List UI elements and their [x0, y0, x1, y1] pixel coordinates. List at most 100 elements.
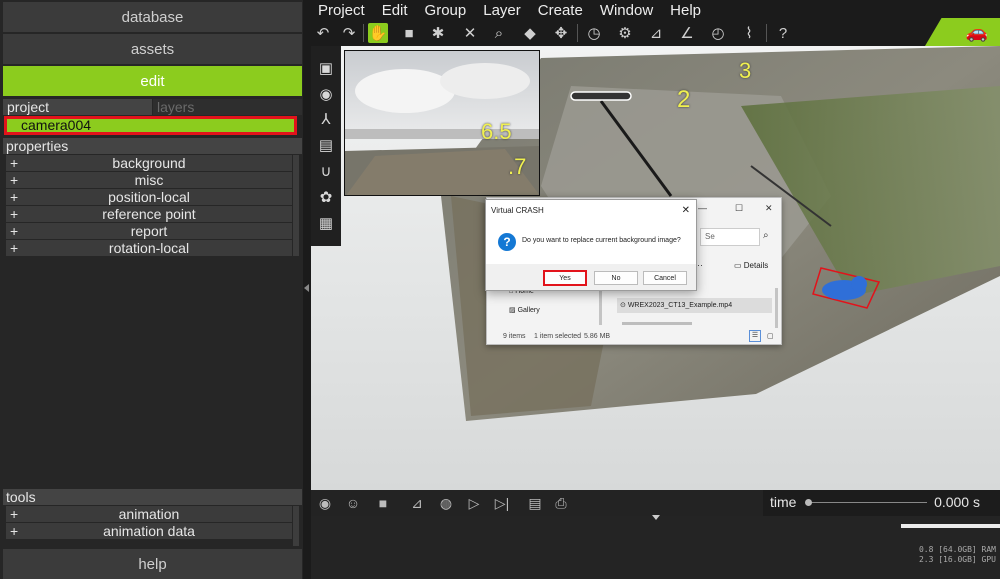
confirm-dialog: Virtual CRASH ✕ ? Do you want to replace…	[485, 199, 697, 291]
help-icon[interactable]: ?	[773, 23, 793, 43]
minimize-icon[interactable]: —	[698, 203, 707, 213]
axes-icon[interactable]: ⅄	[315, 109, 337, 129]
expand-icon[interactable]: +	[10, 506, 18, 522]
undo-icon[interactable]: ↶	[313, 23, 333, 43]
tool-row-animation-data[interactable]: + animation data	[6, 523, 292, 539]
redo-icon[interactable]: ↷	[339, 23, 359, 43]
property-row-misc[interactable]: + misc	[6, 172, 292, 188]
property-row-rotation-local[interactable]: + rotation-local	[6, 240, 292, 256]
explorer-search-input[interactable]: Se	[700, 228, 760, 246]
graph-icon[interactable]: ⊿	[407, 493, 427, 513]
orbit-icon[interactable]: ◉	[315, 84, 337, 104]
nav-gallery[interactable]: ▨ Gallery	[509, 306, 540, 314]
menu-window[interactable]: Window	[600, 2, 653, 19]
expand-icon[interactable]: +	[10, 155, 18, 171]
list-view-icon[interactable]: ☰	[749, 330, 761, 342]
close-icon[interactable]: ✕	[765, 203, 773, 214]
edit-button[interactable]: edit	[3, 66, 302, 96]
menu-group[interactable]: Group	[425, 2, 467, 19]
panel-splitter[interactable]	[303, 0, 311, 579]
tools-header: tools	[3, 489, 302, 505]
menu-bar: Project Edit Group Layer Create Window H…	[311, 0, 1000, 20]
camera-icon[interactable]: ▣	[315, 58, 337, 78]
assets-button[interactable]: assets	[3, 34, 302, 64]
property-row-position-local[interactable]: + position-local	[6, 189, 292, 205]
square-icon[interactable]: ■	[373, 493, 393, 513]
close-icon[interactable]: ✕	[682, 205, 690, 216]
expand-icon[interactable]: +	[10, 172, 18, 188]
pin-icon[interactable]: ✱	[428, 23, 448, 43]
menu-help[interactable]: Help	[670, 2, 701, 19]
expand-icon[interactable]: +	[10, 240, 18, 256]
expand-icon[interactable]: +	[10, 189, 18, 205]
tile-view-icon[interactable]: ▢	[767, 332, 774, 340]
maximize-icon[interactable]: ☐	[735, 203, 743, 214]
scene-label: 6.5	[481, 119, 512, 144]
yes-button[interactable]: Yes	[543, 270, 587, 286]
help-button[interactable]: help	[3, 549, 302, 579]
grid-icon[interactable]: ▦	[315, 213, 337, 233]
gauge-icon[interactable]: ◷	[584, 23, 604, 43]
play-icon[interactable]: ▷	[464, 493, 484, 513]
project-item-camera[interactable]: camera004	[4, 116, 297, 135]
zoom-icon[interactable]: ⌕	[489, 23, 509, 43]
properties-scrollbar[interactable]	[293, 155, 299, 256]
files-hscrollbar[interactable]	[622, 322, 692, 325]
no-button[interactable]: No	[594, 271, 638, 285]
time-slider-knob[interactable]	[805, 499, 812, 506]
details-icon: ▭	[734, 261, 744, 270]
tool-row-animation[interactable]: + animation	[6, 506, 292, 522]
camera-motion-icon[interactable]: ◍	[436, 493, 456, 513]
expand-icon[interactable]: +	[10, 523, 18, 539]
toolbar: ↶ ↷ ✋ ■ ✱ ✕ ⌕ ◆ ✥ ◷ ⚙ ⊿ ∠ ◴ ⌇ ?	[311, 20, 1000, 46]
step-icon[interactable]: ▷|	[492, 493, 512, 513]
measure-icon[interactable]: ⊿	[646, 23, 666, 43]
cancel-button[interactable]: Cancel	[643, 271, 687, 285]
cube-icon[interactable]: ◆	[520, 23, 540, 43]
magnet-icon[interactable]: ∪	[315, 161, 337, 181]
menu-edit[interactable]: Edit	[382, 2, 408, 19]
sphere-icon[interactable]: ◉	[315, 493, 335, 513]
select-box-icon[interactable]: ■	[399, 23, 419, 43]
property-row-background[interactable]: + background	[6, 155, 292, 171]
angle-icon[interactable]: ∠	[677, 23, 697, 43]
expand-icon[interactable]: +	[10, 206, 18, 222]
file-name: WREX2023_CT13_Example.mp4	[627, 302, 733, 309]
expand-icon[interactable]: +	[10, 223, 18, 239]
nav-scrollbar[interactable]	[599, 285, 602, 325]
tools-scrollbar[interactable]	[293, 506, 299, 546]
timeline-marker-icon[interactable]	[652, 515, 660, 520]
file-row[interactable]: ⊙ WREX2023_CT13_Example.mp4	[617, 298, 772, 313]
print-icon[interactable]: ⎙	[551, 493, 571, 513]
menu-project[interactable]: Project	[318, 2, 365, 19]
layers-icon[interactable]: ▤	[315, 135, 337, 155]
menu-layer[interactable]: Layer	[483, 2, 521, 19]
time-slider-track[interactable]	[809, 502, 927, 503]
details-button[interactable]: ▭ Details	[734, 261, 768, 270]
database-button[interactable]: database	[3, 2, 302, 32]
calculator-icon[interactable]: ▤	[525, 493, 545, 513]
timeline-scrollbar[interactable]	[901, 524, 1000, 528]
settings-icon[interactable]: ✿	[315, 187, 337, 207]
property-label: reference point	[102, 206, 196, 222]
link-icon[interactable]: ⚙	[615, 23, 635, 43]
move-icon[interactable]: ✥	[551, 23, 571, 43]
delete-icon[interactable]: ✕	[460, 23, 480, 43]
search-icon[interactable]: ⌕	[763, 230, 769, 241]
tab-layers[interactable]: layers	[153, 99, 302, 115]
toolbar-divider	[363, 24, 364, 42]
menu-create[interactable]: Create	[538, 2, 583, 19]
tab-project[interactable]: project	[3, 99, 152, 115]
files-scrollbar[interactable]	[775, 288, 778, 328]
tape-icon[interactable]: ⌇	[739, 23, 759, 43]
timeline-panel[interactable]: 0.8 [64.0GB] RAM 2.3 [16.0GB] GPU	[311, 515, 1000, 579]
status-selected: 1 item selected	[534, 333, 582, 340]
property-row-report[interactable]: + report	[6, 223, 292, 239]
details-label: Details	[743, 261, 769, 270]
scene-label: 2	[677, 86, 691, 113]
head-icon[interactable]: ☺	[343, 493, 363, 513]
property-row-reference-point[interactable]: + reference point	[6, 206, 292, 222]
hand-icon[interactable]: ✋	[368, 23, 388, 43]
collapse-arrow-icon[interactable]	[304, 284, 309, 292]
timer-icon[interactable]: ◴	[708, 23, 728, 43]
